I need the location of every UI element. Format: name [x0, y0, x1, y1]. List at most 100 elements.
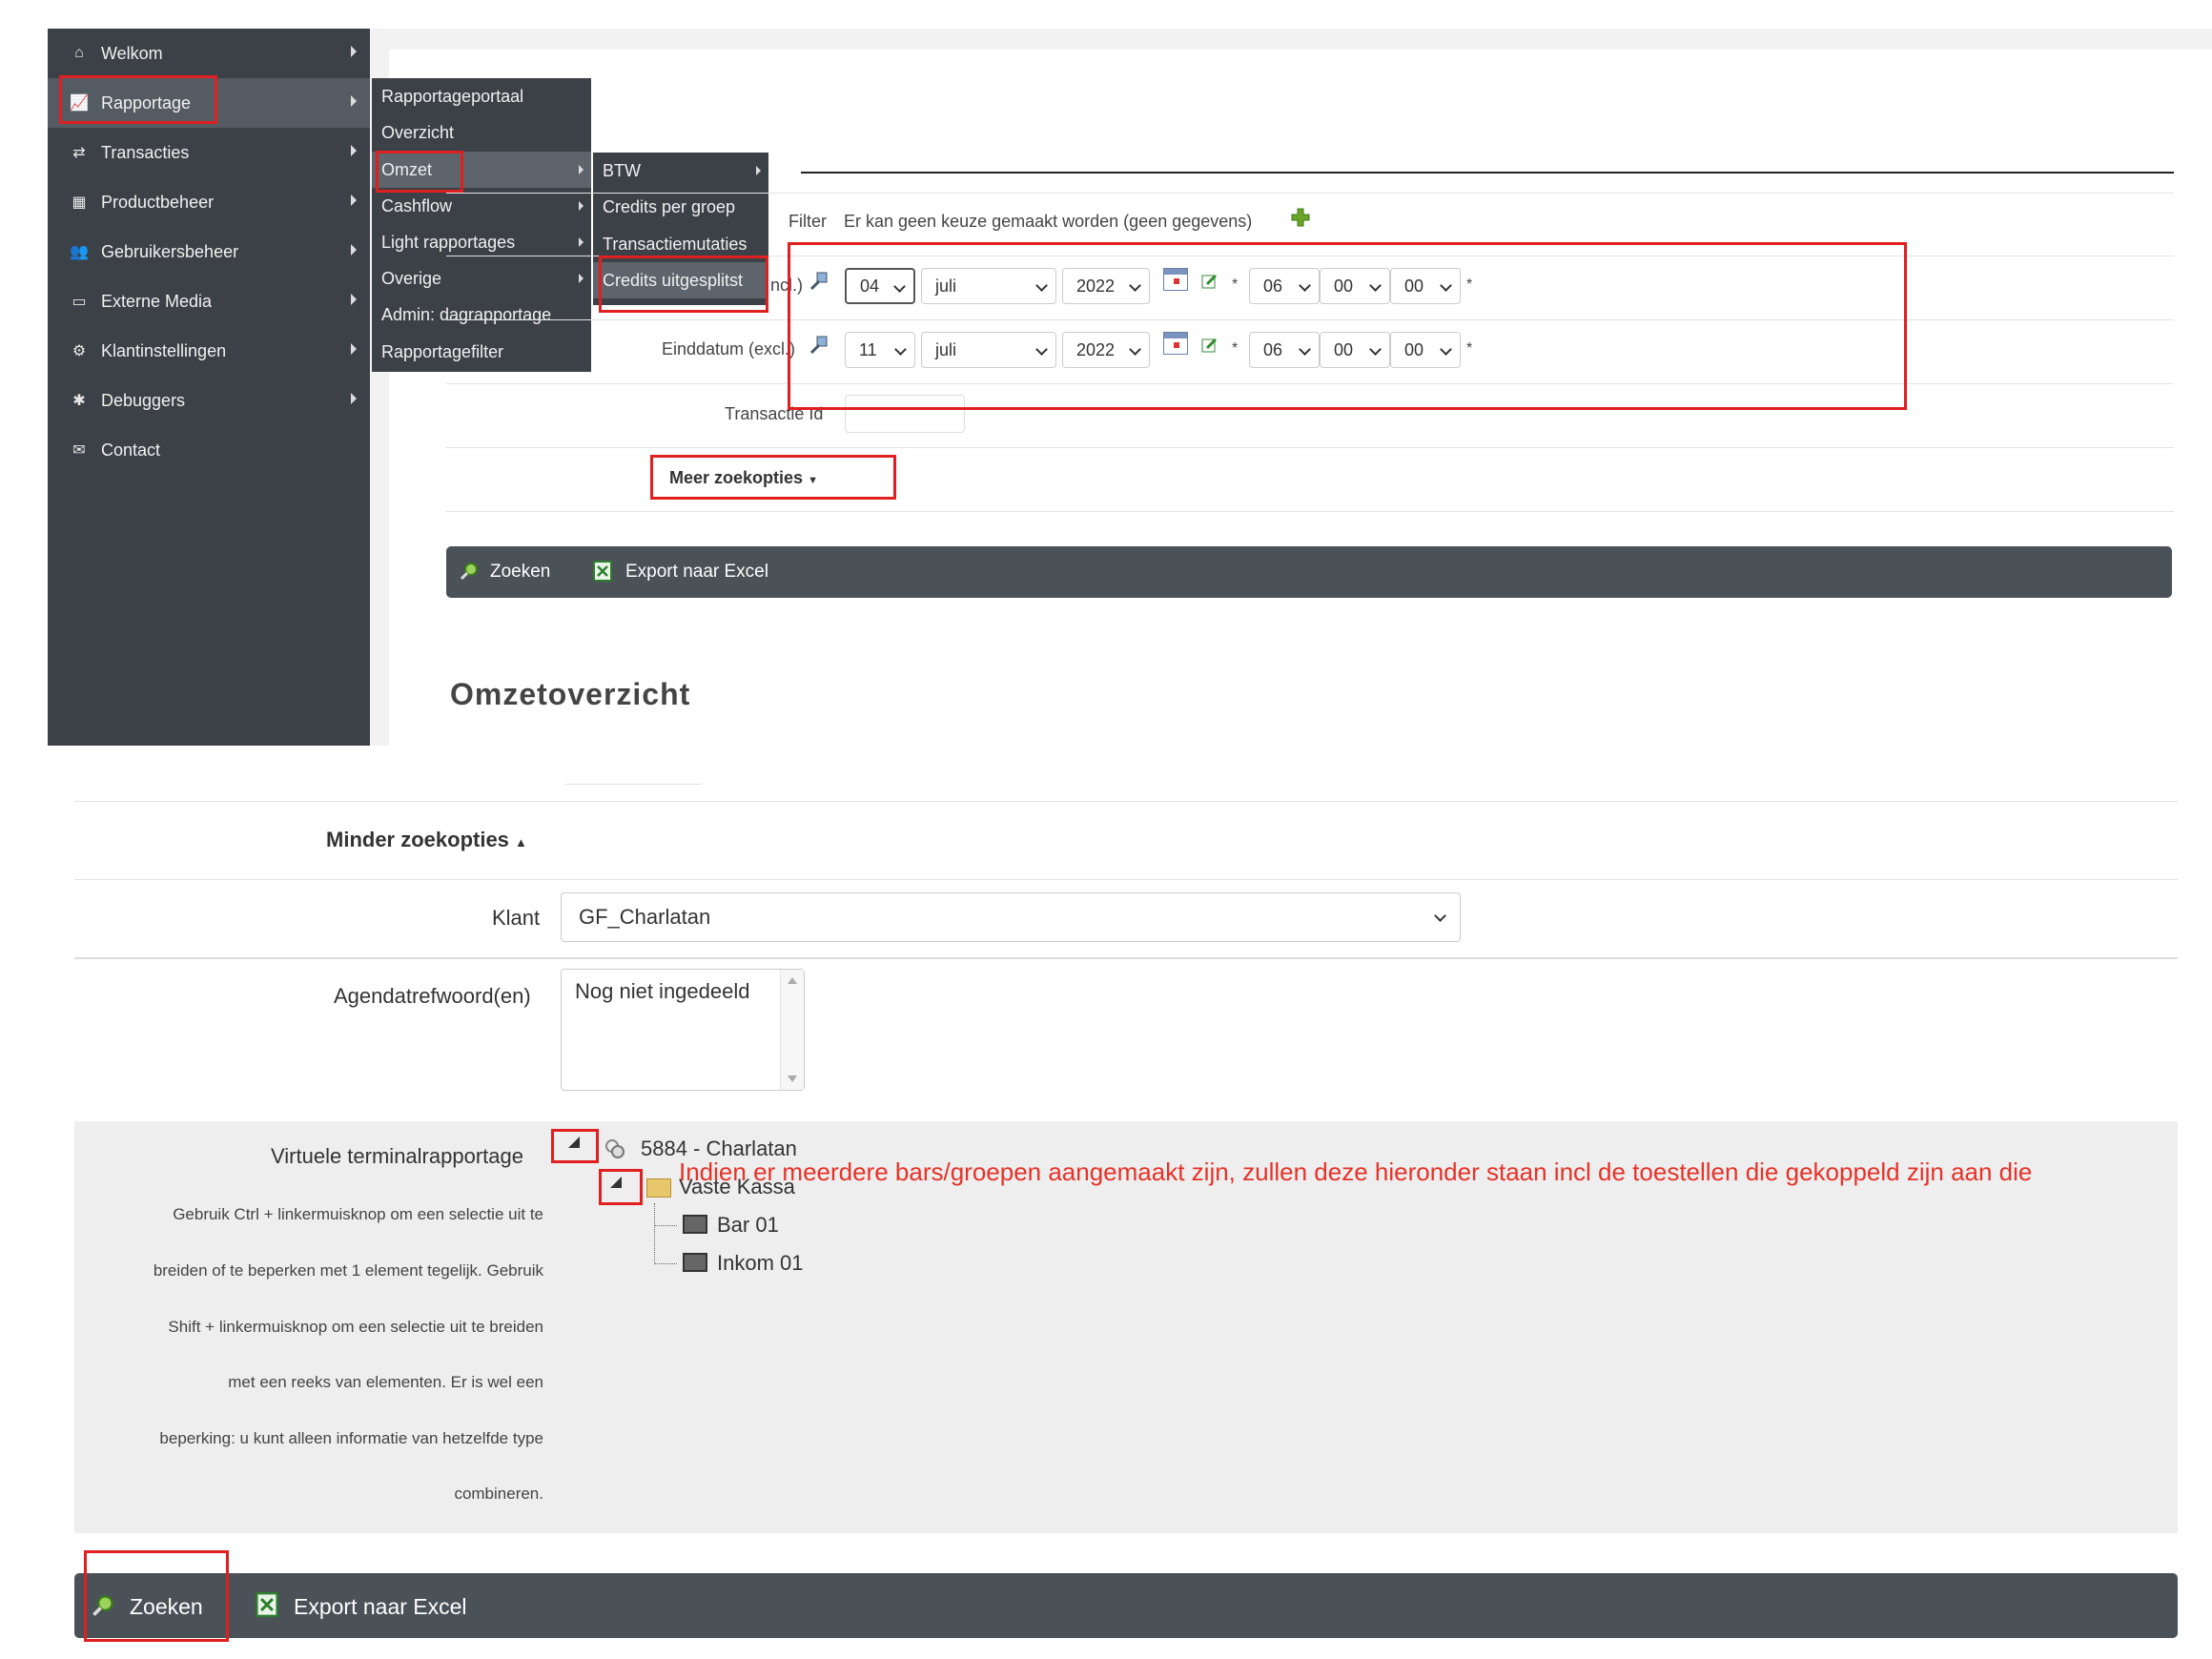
folder-icon — [646, 1178, 671, 1198]
pos-terminal-icon — [683, 1253, 707, 1272]
menu-item-admin-dagrapportage[interactable]: Admin: dagrapportage — [372, 297, 591, 333]
menu-item-label: Overige — [381, 268, 442, 288]
menu-item-overige[interactable]: Overige — [372, 260, 591, 297]
menu-item-label: Cashflow — [381, 195, 453, 215]
divider — [446, 511, 2174, 512]
caret-right-icon — [579, 165, 584, 174]
menu-item-label: BTW — [603, 160, 641, 180]
menu-item-rapportagefilter[interactable]: Rapportagefilter — [372, 334, 591, 370]
virtual-terminal-label: Virtuele terminalrapportage — [271, 1144, 523, 1168]
exchange-icon: ⇄ — [72, 145, 86, 161]
highlight-expand-root — [551, 1129, 599, 1163]
scroll-up-icon[interactable] — [788, 977, 797, 984]
sidebar-item-label: Klantinstellingen — [101, 340, 227, 360]
search-button[interactable]: Zoeken — [490, 562, 550, 583]
help-text-line: combineren. — [454, 1485, 543, 1503]
enddate-label: Einddatum (excl.) — [662, 339, 796, 358]
tree-connector — [654, 1263, 677, 1264]
menu-item-label: Overzicht — [381, 122, 455, 142]
excel-icon — [593, 561, 612, 582]
divider — [74, 957, 2178, 959]
menu-item-btw[interactable]: BTW — [593, 153, 768, 189]
annotation-note: Indien er meerdere bars/groepen aangemaa… — [679, 1157, 2033, 1186]
export-excel-button[interactable]: Export naar Excel — [294, 1594, 467, 1620]
caret-right-icon — [351, 195, 357, 206]
menu-item-label: Transactiemutaties — [603, 234, 748, 254]
help-text-line: Gebruik Ctrl + linkermuisknop om een sel… — [173, 1205, 543, 1223]
tree-node-device[interactable]: Bar 01 — [717, 1213, 779, 1238]
menu-item-overzicht[interactable]: Overzicht — [372, 114, 591, 151]
envelope-icon: ✉ — [72, 442, 86, 459]
tree-connector — [654, 1225, 677, 1226]
highlight-credits-uitgesplitst — [599, 256, 768, 313]
highlight-date-range — [788, 242, 1907, 410]
highlight-omzet — [376, 151, 463, 193]
agenda-listbox[interactable]: Nog niet ingedeeld — [561, 969, 805, 1091]
menu-item-label: Rapportagefilter — [381, 341, 504, 361]
menu-item-label: Rapportageportaal — [381, 86, 524, 106]
caret-right-icon — [579, 201, 584, 211]
less-options-label: Minder zoekopties — [326, 828, 509, 851]
klant-select[interactable]: GF_Charlatan — [561, 892, 1461, 942]
add-filter-icon[interactable] — [1291, 208, 1310, 227]
basket-icon: ▦ — [72, 195, 87, 211]
caret-right-icon — [351, 294, 357, 305]
highlight-more-options — [650, 455, 896, 500]
help-text-line: breiden of te beperken met 1 element teg… — [153, 1261, 543, 1280]
export-excel-button[interactable]: Export naar Excel — [625, 562, 768, 583]
sidebar: ⌂ Welkom 📈 Rapportage ⇄ Transacties ▦ Pr… — [48, 29, 370, 746]
bug-icon: ✱ — [72, 393, 86, 409]
highlight-rapportage — [59, 75, 217, 124]
caret-right-icon — [351, 393, 357, 404]
less-options-toggle[interactable]: Minder zoekopties ▲ — [326, 828, 527, 852]
menu-item-label: Light rapportages — [381, 232, 516, 252]
sidebar-item-debuggers[interactable]: ✱ Debuggers — [48, 376, 370, 425]
sidebar-item-label: Contact — [101, 440, 161, 460]
tree-node-device[interactable]: Inkom 01 — [717, 1251, 804, 1276]
sidebar-item-welkom[interactable]: ⌂ Welkom — [48, 29, 370, 78]
chevron-down-icon — [1434, 910, 1446, 922]
sidebar-item-gebruikersbeheer[interactable]: 👥 Gebruikersbeheer — [48, 227, 370, 276]
excel-icon — [256, 1592, 278, 1617]
sidebar-item-label: Debuggers — [101, 390, 186, 410]
sidebar-item-label: Productbeheer — [101, 192, 215, 212]
sidebar-item-klantinstellingen[interactable]: ⚙ Klantinstellingen — [48, 326, 370, 376]
divider — [446, 193, 2174, 194]
select-value: GF_Charlatan — [579, 905, 711, 929]
divider — [446, 447, 2174, 448]
rapportage-submenu: Rapportageportaal Overzicht Omzet Cashfl… — [372, 78, 591, 372]
sidebar-item-productbeheer[interactable]: ▦ Productbeheer — [48, 177, 370, 227]
caret-right-icon — [351, 95, 357, 107]
caret-right-icon — [579, 274, 584, 283]
highlight-expand-group — [599, 1169, 643, 1205]
highlight-search-button — [84, 1550, 229, 1642]
filter-label: Filter — [789, 212, 827, 231]
menu-item-rapportageportaal[interactable]: Rapportageportaal — [372, 78, 591, 114]
help-text-line: beperking: u kunt alleen informatie van … — [159, 1429, 543, 1447]
sidebar-item-label: Externe Media — [101, 291, 213, 311]
pos-terminal-icon — [683, 1215, 707, 1234]
sidebar-item-label: Gebruikersbeheer — [101, 241, 239, 261]
scrollbar[interactable] — [780, 970, 804, 1090]
klant-label: Klant — [492, 906, 541, 930]
sidebar-item-contact[interactable]: ✉ Contact — [48, 425, 370, 475]
page-title: Omzetoverzicht — [450, 677, 691, 711]
menu-item-credits-per-groep[interactable]: Credits per groep — [593, 189, 768, 225]
divider — [74, 801, 2178, 802]
agenda-option[interactable]: Nog niet ingedeeld — [575, 979, 749, 1004]
caret-up-icon: ▲ — [515, 835, 527, 850]
caret-right-icon — [351, 46, 357, 57]
divider — [74, 879, 2178, 880]
help-text-line: Shift + linkermuisknop om een selectie u… — [168, 1318, 543, 1336]
header-rule — [801, 172, 2174, 174]
home-icon: ⌂ — [74, 45, 84, 61]
divider — [564, 784, 702, 785]
sidebar-item-transacties[interactable]: ⇄ Transacties — [48, 128, 370, 177]
menu-item-label: Credits per groep — [603, 196, 736, 216]
scroll-down-icon[interactable] — [788, 1075, 797, 1082]
caret-right-icon — [579, 237, 584, 247]
users-icon: 👥 — [70, 244, 89, 260]
caret-right-icon — [756, 166, 761, 175]
sidebar-item-externe-media[interactable]: ▭ Externe Media — [48, 276, 370, 326]
terminal-group-icon — [604, 1138, 625, 1159]
